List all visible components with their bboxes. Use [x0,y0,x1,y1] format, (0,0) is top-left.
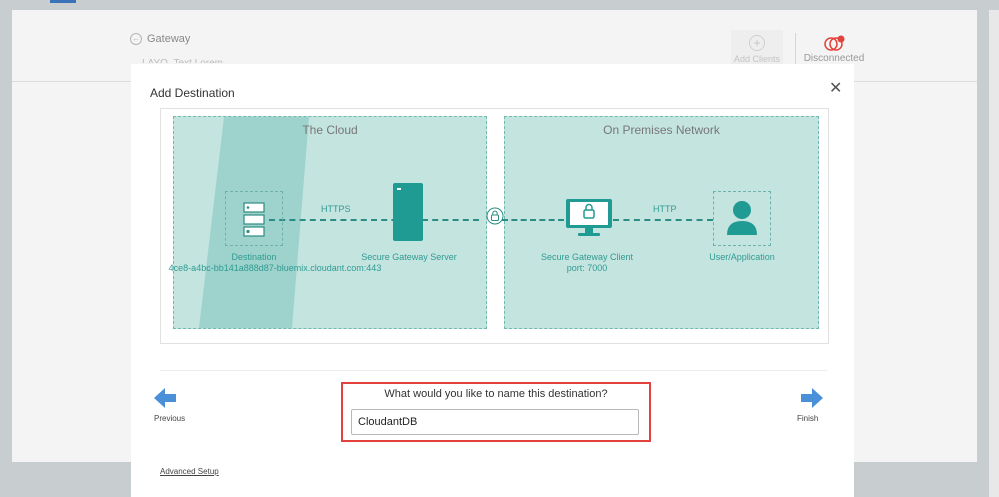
previous-label: Previous [154,414,186,423]
https-label: HTTPS [321,204,351,214]
arrow-left-icon [154,388,176,408]
http-label: HTTP [653,204,677,214]
connection-status: Disconnected [803,35,865,64]
server-stack-icon [243,202,265,237]
tunnel-connection-line [502,219,564,221]
advanced-setup-link[interactable]: Advanced Setup [160,467,219,476]
destination-name-highlight: What would you like to name this destina… [341,382,651,442]
close-icon[interactable]: ✕ [829,81,842,97]
gateway-subtitle: LAYO_Text Lorem ... [142,55,312,63]
lock-icon [486,207,504,225]
cloud-zone-label: The Cloud [302,123,358,137]
tunnel-lock [486,207,504,225]
top-bar [0,0,999,10]
gateway-server-icon [393,183,423,241]
status-label: Disconnected [803,53,865,64]
premises-zone: On Premises Network [504,116,819,329]
destination-host: 4ce8-a4bc-bb141a888d87-bluemix.cloudant.… [168,263,382,273]
destination-label: Destination [231,252,277,262]
add-destination-modal: Add Destination ✕ The Cloud On Premises … [131,64,854,497]
finish-button[interactable]: Finish [797,388,857,423]
user-icon-frame [713,191,771,246]
user-icon [727,201,757,235]
background-scroll-strip [989,10,999,497]
disconnected-rings-icon [824,35,845,51]
destination-name-input[interactable] [351,409,639,435]
network-diagram: The Cloud On Premises Network HTTPS HTTP… [160,108,829,344]
arrow-right-icon [801,388,823,408]
back-arrow-icon: ← [130,33,142,45]
modal-divider [160,370,827,371]
monitor-lock-icon [566,199,612,236]
premises-zone-label: On Premises Network [603,123,720,137]
add-clients-label: Add Clients [733,54,781,64]
previous-button[interactable]: Previous [154,388,214,423]
cloud-zone: The Cloud [173,116,487,329]
destination-name-question: What would you like to name this destina… [384,388,608,400]
plus-icon: + [749,35,765,51]
gateway-client-label: Secure Gateway Client [540,252,634,262]
back-label: Gateway [147,33,191,45]
cloud-band-shape [199,117,309,328]
gateway-client-port: port: 7000 [566,263,608,273]
gateway-server-label: Secure Gateway Server [361,252,457,262]
modal-title: Add Destination [150,86,235,100]
user-application-label: User/Application [709,252,775,262]
finish-label: Finish [797,414,819,423]
back-to-gateway-link[interactable]: ← Gateway [130,33,190,45]
active-tab-indicator [50,0,76,3]
http-connection-line [613,219,713,221]
https-connection-line [269,219,479,221]
destination-icon-frame [225,191,283,246]
